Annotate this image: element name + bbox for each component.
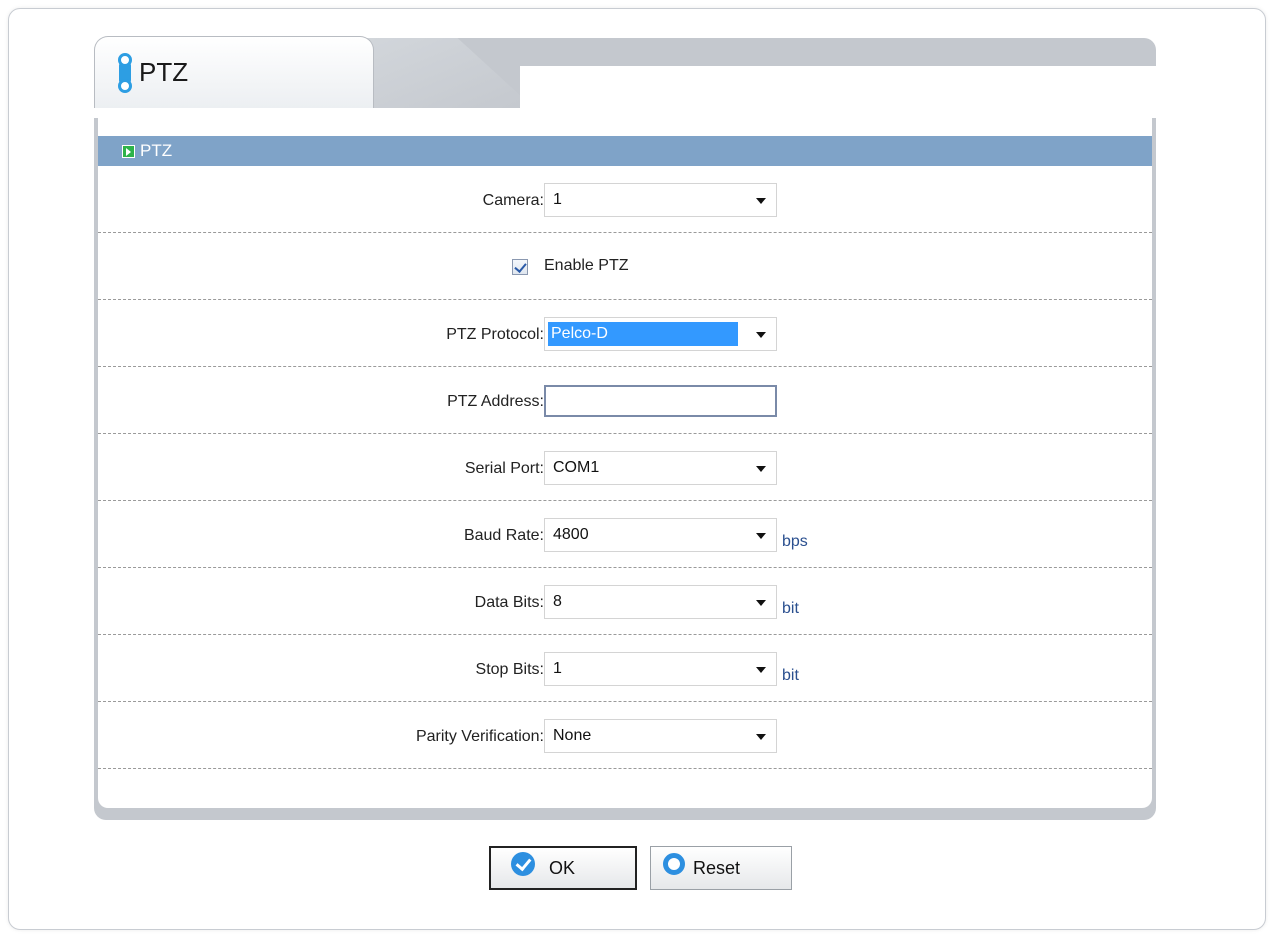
serial-port-label: Serial Port: bbox=[464, 460, 544, 477]
row-protocol: PTZ Protocol: Pelco-D bbox=[98, 300, 1152, 367]
baud-rate-select[interactable]: 4800 bbox=[544, 518, 777, 552]
parity-select[interactable]: None bbox=[544, 719, 777, 753]
chevron-down-icon bbox=[756, 466, 766, 472]
enable-ptz-checkbox[interactable] bbox=[512, 259, 528, 275]
chevron-down-icon bbox=[756, 332, 766, 338]
chevron-down-icon bbox=[756, 533, 766, 539]
chevron-down-icon bbox=[756, 667, 766, 673]
chevron-down-icon bbox=[756, 734, 766, 740]
protocol-select[interactable]: Pelco-D bbox=[544, 317, 777, 351]
tab-title: PTZ bbox=[139, 57, 189, 87]
row-baud-rate: Baud Rate: 4800 bps bbox=[98, 501, 1152, 568]
serial-port-select[interactable]: COM1 bbox=[544, 451, 777, 485]
reset-button[interactable]: Reset bbox=[650, 846, 792, 890]
ptz-tab-icon bbox=[117, 48, 133, 98]
ok-button[interactable]: OK bbox=[489, 846, 637, 890]
ptz-address-input[interactable] bbox=[544, 385, 777, 417]
data-bits-select[interactable]: 8 bbox=[544, 585, 777, 619]
row-parity: Parity Verification: None bbox=[98, 702, 1152, 769]
camera-select[interactable]: 1 bbox=[544, 183, 777, 217]
enable-ptz-label: Enable PTZ bbox=[544, 257, 629, 274]
green-arrow-icon bbox=[122, 144, 135, 158]
row-data-bits: Data Bits: 8 bit bbox=[98, 568, 1152, 635]
chevron-down-icon bbox=[756, 600, 766, 606]
address-label: PTZ Address: bbox=[447, 393, 544, 410]
settings-panel: PTZ Camera: 1 Enable PTZ PTZ Protocol: P… bbox=[94, 118, 1156, 820]
row-enable-ptz: Enable PTZ bbox=[98, 233, 1152, 300]
stop-bits-unit: bit bbox=[782, 667, 799, 684]
reset-circle-icon bbox=[663, 853, 685, 875]
row-address: PTZ Address: bbox=[98, 367, 1152, 434]
stop-bits-label: Stop Bits: bbox=[475, 661, 544, 678]
camera-label: Camera: bbox=[482, 192, 544, 209]
row-camera: Camera: 1 bbox=[98, 166, 1152, 233]
chevron-down-icon bbox=[756, 198, 766, 204]
section-header: PTZ bbox=[98, 136, 1152, 166]
reset-button-label: Reset bbox=[693, 857, 741, 878]
row-stop-bits: Stop Bits: 1 bit bbox=[98, 635, 1152, 702]
tab-ptz[interactable]: PTZ bbox=[94, 36, 374, 108]
ok-button-label: OK bbox=[549, 857, 576, 878]
parity-label: Parity Verification: bbox=[415, 728, 544, 745]
check-circle-icon bbox=[511, 852, 535, 876]
data-bits-unit: bit bbox=[782, 600, 799, 617]
stop-bits-select[interactable]: 1 bbox=[544, 652, 777, 686]
row-serial-port: Serial Port: COM1 bbox=[98, 434, 1152, 501]
data-bits-label: Data Bits: bbox=[474, 594, 544, 611]
section-title: PTZ bbox=[140, 141, 173, 160]
baud-rate-label: Baud Rate: bbox=[463, 527, 544, 544]
protocol-label: PTZ Protocol: bbox=[446, 326, 544, 343]
baud-rate-unit: bps bbox=[782, 533, 808, 550]
